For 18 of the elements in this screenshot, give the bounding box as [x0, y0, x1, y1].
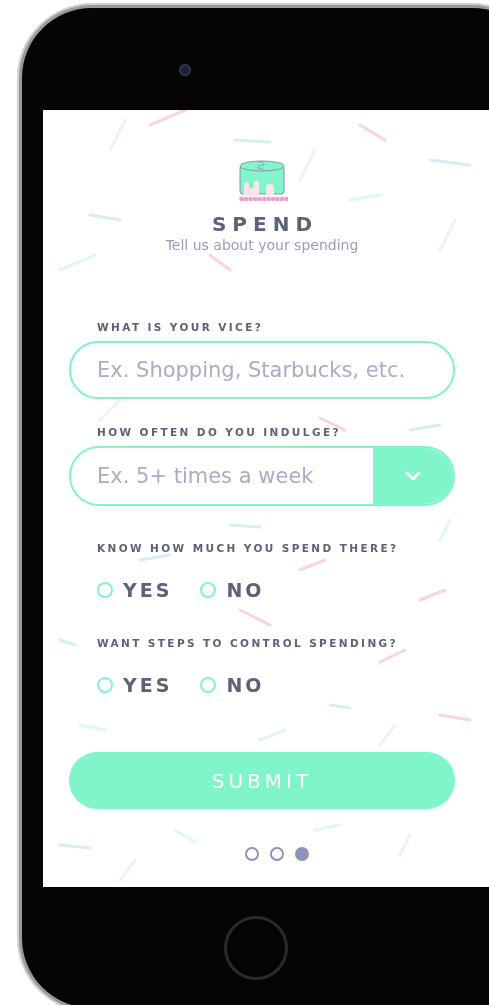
app-title: SPEND [210, 212, 319, 236]
radio-option[interactable]: YES [97, 674, 173, 696]
radio-option[interactable]: NO [200, 579, 265, 601]
page-indicator-dot[interactable] [270, 847, 284, 861]
vice-input-field[interactable]: Ex. Shopping, Starbucks, etc. [69, 341, 455, 399]
chevron-down-icon [405, 471, 421, 481]
frequency-dropdown[interactable]: Ex. 5+ times a week [69, 446, 455, 506]
camera-icon [179, 64, 191, 76]
question-label: WANT STEPS TO CONTROL SPENDING? [97, 637, 400, 649]
radio-option[interactable]: NO [200, 674, 265, 696]
radio-option[interactable]: YES [97, 579, 173, 601]
page-indicator-dot[interactable] [245, 847, 259, 861]
page-indicator-dot[interactable] [295, 847, 309, 861]
subtitle: Tell us about your spending [165, 237, 359, 253]
frequency-input-field[interactable]: Ex. 5+ times a week [71, 448, 373, 504]
field-label: WHAT IS YOUR VICE? [97, 321, 265, 333]
field-label: HOW OFTEN DO YOU INDULGE? [97, 426, 342, 438]
question-label: KNOW HOW MUCH YOU SPEND THERE? [97, 542, 400, 554]
